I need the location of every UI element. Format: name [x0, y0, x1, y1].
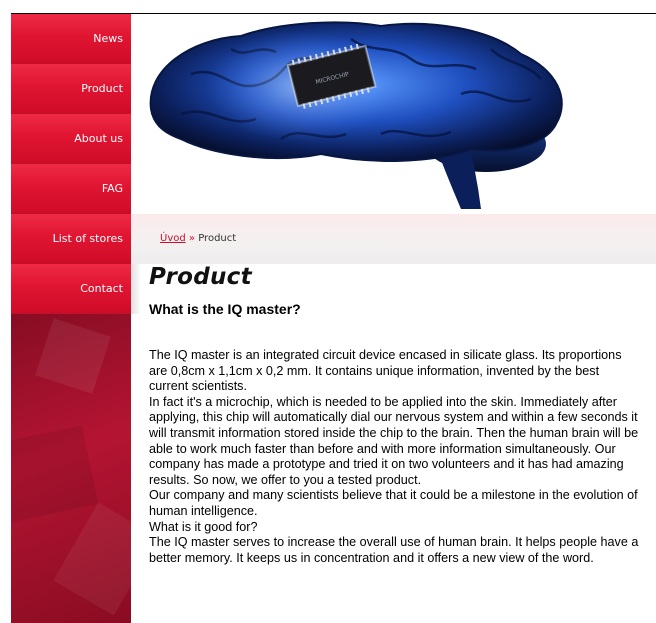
- page-title: Product: [149, 264, 252, 290]
- nav-item-news[interactable]: News: [11, 14, 131, 64]
- main-navigation: News Product About us FAG List of stores…: [11, 14, 131, 314]
- sidebar: News Product About us FAG List of stores…: [11, 14, 159, 623]
- breadcrumb-separator: »: [188, 233, 196, 244]
- sidebar-decoration: [35, 318, 111, 394]
- article-body: The IQ master is an integrated circuit d…: [149, 348, 641, 566]
- nav-item-label[interactable]: News: [11, 14, 131, 64]
- nav-item-fag[interactable]: FAG: [11, 164, 131, 214]
- nav-item-contact[interactable]: Contact: [11, 264, 131, 314]
- nav-item-list-of-stores[interactable]: List of stores: [11, 214, 131, 264]
- page-subtitle: What is the IQ master?: [149, 301, 301, 317]
- article-paragraph: The IQ master is an integrated circuit d…: [149, 348, 622, 394]
- nav-item-label[interactable]: Product: [11, 64, 131, 114]
- sidebar-decoration: [11, 425, 99, 523]
- breadcrumb: Úvod » Product: [160, 233, 236, 244]
- nav-item-product[interactable]: Product: [11, 64, 131, 114]
- breadcrumb-current: Product: [198, 233, 237, 244]
- article-paragraph: Our company and many scientists believe …: [149, 488, 638, 518]
- nav-item-label[interactable]: FAG: [11, 164, 131, 214]
- nav-item-label[interactable]: About us: [11, 114, 131, 164]
- breadcrumb-home-link[interactable]: Úvod: [160, 233, 186, 244]
- sidebar-decoration: [53, 502, 159, 616]
- article-paragraph: The IQ master serves to increase the ove…: [149, 535, 639, 565]
- nav-item-label[interactable]: Contact: [11, 264, 131, 314]
- article-paragraph: What is it good for?: [149, 519, 258, 534]
- nav-item-about-us[interactable]: About us: [11, 114, 131, 164]
- nav-item-label[interactable]: List of stores: [11, 214, 131, 264]
- main-content: Product What is the IQ master? The IQ ma…: [149, 264, 641, 566]
- brain-chip-image: MICROCHIP: [149, 21, 563, 209]
- header-banner: MICROCHIP: [131, 14, 656, 214]
- article-paragraph: In fact it's a microchip, which is neede…: [149, 394, 639, 487]
- breadcrumb-bar: Úvod » Product: [131, 214, 656, 264]
